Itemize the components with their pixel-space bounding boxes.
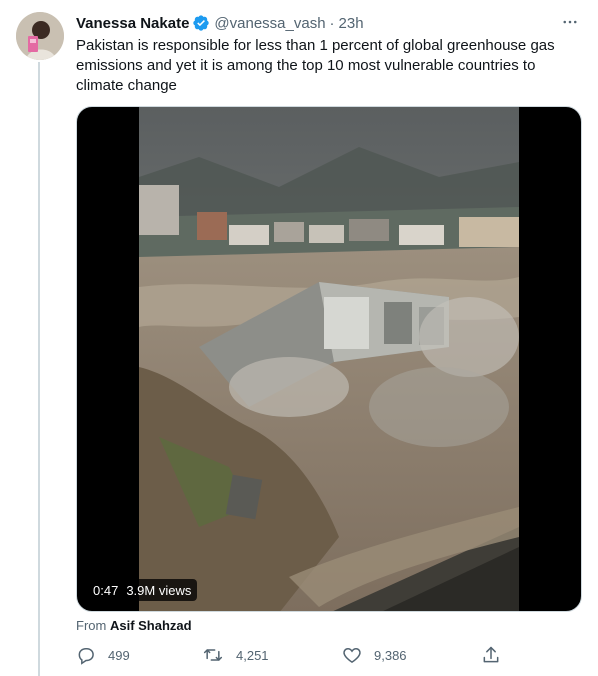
tweet-text: Pakistan is responsible for less than 1 …	[76, 37, 555, 94]
like-count: 9,386	[374, 647, 407, 663]
reply-count: 499	[108, 647, 130, 663]
author-handle[interactable]: @vanessa_vash	[214, 15, 325, 32]
retweet-icon	[202, 645, 224, 665]
retweet-button[interactable]: 4,251	[202, 643, 269, 667]
attribution-prefix: From	[76, 618, 107, 633]
share-button[interactable]	[481, 643, 501, 667]
attribution-source-link[interactable]: Asif Shahzad	[110, 618, 192, 633]
verified-badge-icon	[192, 14, 210, 32]
share-icon	[481, 645, 501, 665]
more-icon[interactable]	[558, 10, 582, 34]
video-player[interactable]: 0:47 3.9M views	[76, 106, 582, 612]
video-views: 3.9M views	[126, 582, 192, 598]
tweet-timestamp[interactable]: 23h	[339, 15, 364, 32]
author-name[interactable]: Vanessa Nakate	[76, 15, 189, 32]
retweet-count: 4,251	[236, 647, 269, 663]
like-icon	[342, 645, 362, 665]
like-button[interactable]: 9,386	[342, 643, 407, 667]
separator-dot: ·	[329, 14, 335, 32]
reply-button[interactable]: 499	[76, 643, 130, 667]
media-attribution: From Asif Shahzad	[76, 618, 192, 633]
video-duration: 0:47	[93, 582, 119, 598]
tweet-header: Vanessa Nakate @vanessa_vash · 23h	[76, 12, 582, 34]
video-thumbnail[interactable]	[139, 107, 519, 612]
video-info-badge: 0:47 3.9M views	[87, 579, 198, 601]
reply-icon	[76, 645, 96, 665]
tweet-actions: 499 4,251 9,386	[76, 643, 506, 667]
thread-line	[38, 62, 40, 676]
avatar[interactable]	[16, 12, 64, 60]
